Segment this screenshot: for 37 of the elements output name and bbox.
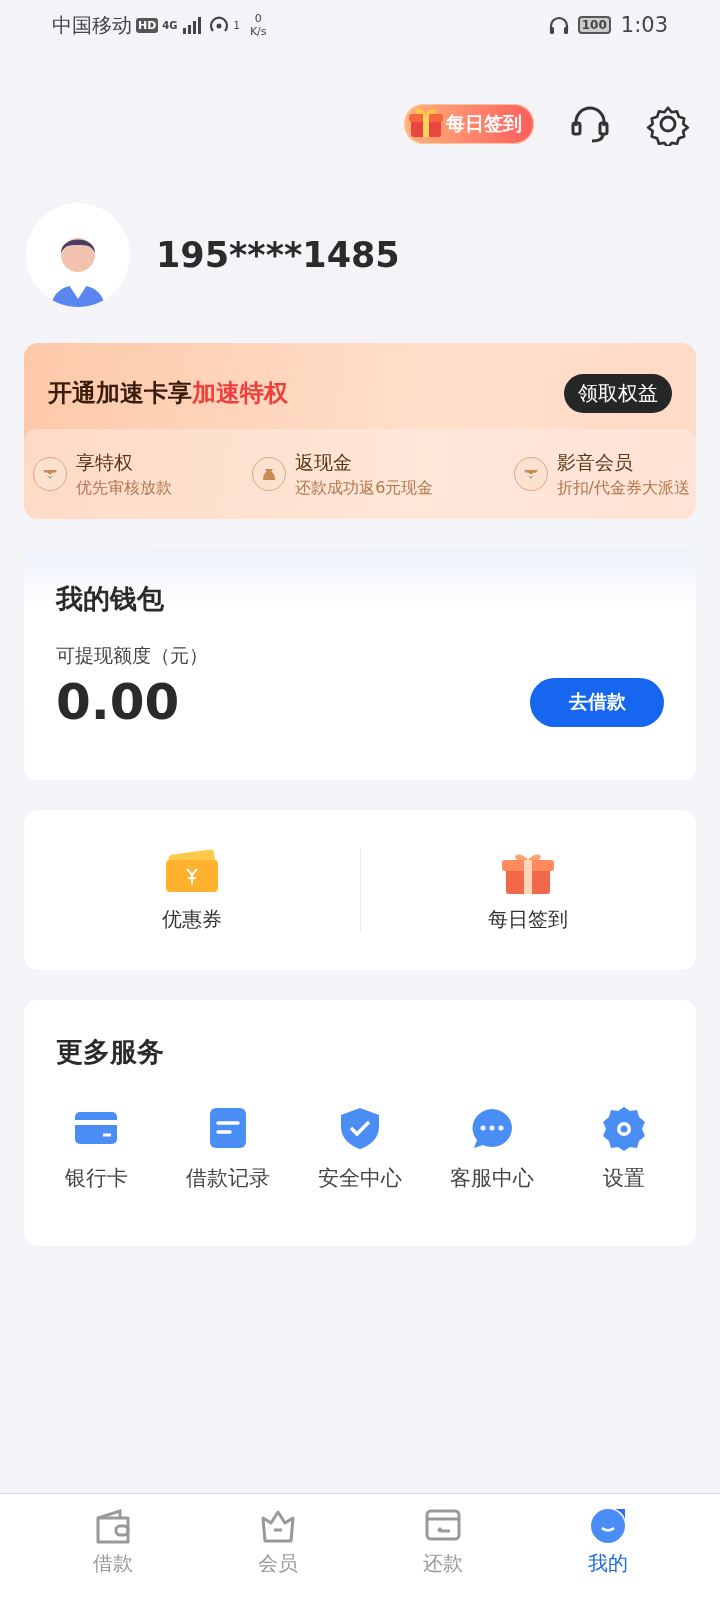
amount-label: 可提现额度（元） [56, 643, 209, 668]
benefit-title: 影音会员 [556, 449, 634, 475]
speed-unit: K/s [249, 25, 267, 38]
carrier-name: 中国移动 [52, 11, 132, 39]
amount-value: 0.00 [56, 673, 180, 731]
wallet-title: 我的钱包 [56, 582, 165, 616]
promo-title: 开通加速卡享加速特权 [48, 378, 288, 409]
signal-icon [181, 16, 204, 34]
benefit-description: 折扣/代金券大派送 [556, 477, 690, 499]
benefit-icon [512, 456, 549, 492]
services-title: 更多服务 [55, 1035, 165, 1069]
service-item[interactable]: 银行卡 [33, 1106, 159, 1192]
phone-number: 195****1485 [156, 234, 400, 275]
hd-badge: HD [136, 17, 159, 33]
benefit-description: 优先审核放款 [76, 477, 172, 499]
smile-circle-icon [588, 1506, 627, 1546]
headphones-icon [547, 15, 570, 35]
shortcut-item[interactable]: 每日签到 [359, 847, 696, 933]
settings-icon [601, 1106, 647, 1152]
tab-item[interactable]: 我的 [557, 1506, 658, 1600]
service-item[interactable]: 安全中心 [297, 1106, 423, 1192]
hotspot-count: 1 [233, 19, 240, 31]
borrow-button[interactable]: 去借款 [530, 677, 664, 727]
benefit-description: 还款成功返6元现金 [295, 477, 434, 499]
service-item[interactable]: 借款记录 [165, 1106, 291, 1192]
benefit-icon [32, 456, 68, 492]
benefit-title: 返现金 [295, 449, 354, 475]
service-item[interactable]: 客服中心 [429, 1106, 555, 1192]
service-item[interactable]: 设置 [561, 1106, 687, 1192]
benefit-icon [251, 456, 288, 492]
benefit-title: 享特权 [76, 449, 134, 475]
speed-value: 0 [254, 12, 262, 25]
shortcut-item[interactable]: 优惠券 [24, 847, 360, 933]
clock-time: 1:03 [620, 13, 668, 37]
claim-benefits-button[interactable]: 领取权益 [564, 373, 672, 413]
battery-level: 100 [577, 16, 611, 34]
network-type: 4G [162, 19, 178, 31]
